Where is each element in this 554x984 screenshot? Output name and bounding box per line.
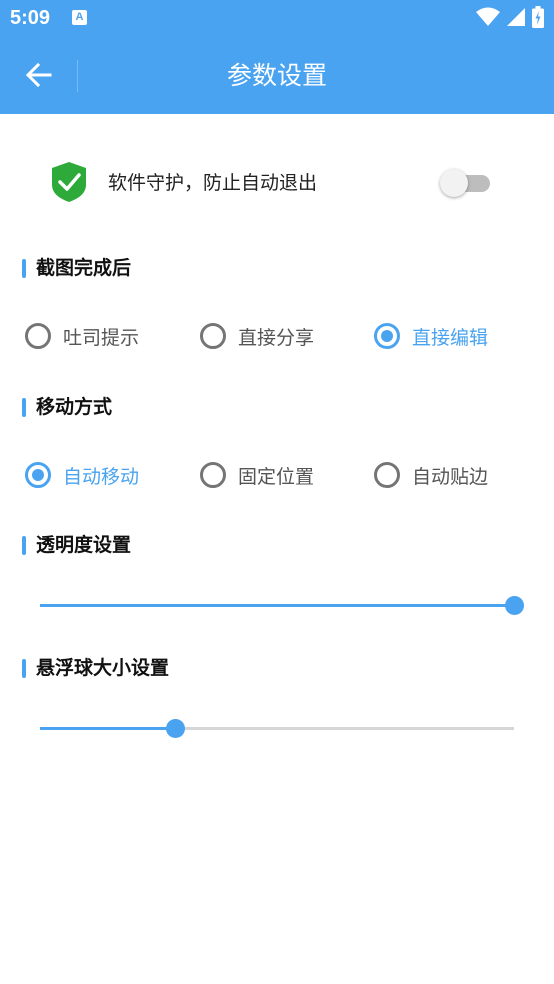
radio-circle-icon (25, 462, 51, 488)
signal-icon (507, 8, 525, 26)
radio-direct-edit[interactable]: 直接编辑 (374, 316, 488, 356)
page-title: 参数设置 (226, 61, 327, 90)
slider-fill (40, 727, 176, 730)
status-bar: 5:09 A (0, 0, 554, 38)
toolbar: 参数设置 (0, 38, 554, 114)
notification-a-icon: A (72, 10, 87, 25)
app-header: 5:09 A 参数设置 (0, 0, 554, 114)
status-time: 5:09 (10, 7, 51, 29)
guard-toggle[interactable] (440, 168, 492, 198)
ball-size-slider[interactable] (40, 717, 514, 741)
move-options: 自动移动 固定位置 自动贴边 (0, 455, 554, 495)
section-accent-bar (22, 536, 26, 555)
radio-circle-icon (374, 462, 400, 488)
switch-thumb (440, 169, 468, 197)
radio-fixed-position[interactable]: 固定位置 (200, 455, 314, 495)
opacity-slider[interactable] (40, 594, 524, 618)
radio-auto-move[interactable]: 自动移动 (25, 455, 139, 495)
radio-circle-icon (25, 323, 51, 349)
slider-thumb[interactable] (505, 596, 524, 615)
guard-setting-row: 软件守护，防止自动退出 (0, 155, 554, 211)
ball-size-section-title: 悬浮球大小设置 (22, 653, 169, 683)
screenshot-section-title: 截图完成后 (22, 253, 131, 283)
status-icons (476, 6, 544, 28)
radio-toast[interactable]: 吐司提示 (25, 316, 139, 356)
shield-check-icon (52, 162, 86, 202)
battery-icon (532, 6, 544, 28)
section-accent-bar (22, 659, 26, 678)
radio-direct-share[interactable]: 直接分享 (200, 316, 314, 356)
screenshot-options: 吐司提示 直接分享 直接编辑 (0, 316, 554, 356)
slider-fill (40, 604, 514, 607)
radio-circle-icon (200, 462, 226, 488)
opacity-section-title: 透明度设置 (22, 530, 131, 560)
move-section-title: 移动方式 (22, 392, 112, 422)
guard-label: 软件守护，防止自动退出 (108, 172, 318, 194)
section-accent-bar (22, 259, 26, 278)
wifi-icon (476, 7, 500, 26)
radio-circle-icon (200, 323, 226, 349)
radio-auto-edge[interactable]: 自动贴边 (374, 455, 488, 495)
section-accent-bar (22, 398, 26, 417)
slider-thumb[interactable] (166, 719, 186, 738)
radio-circle-icon (374, 323, 400, 349)
